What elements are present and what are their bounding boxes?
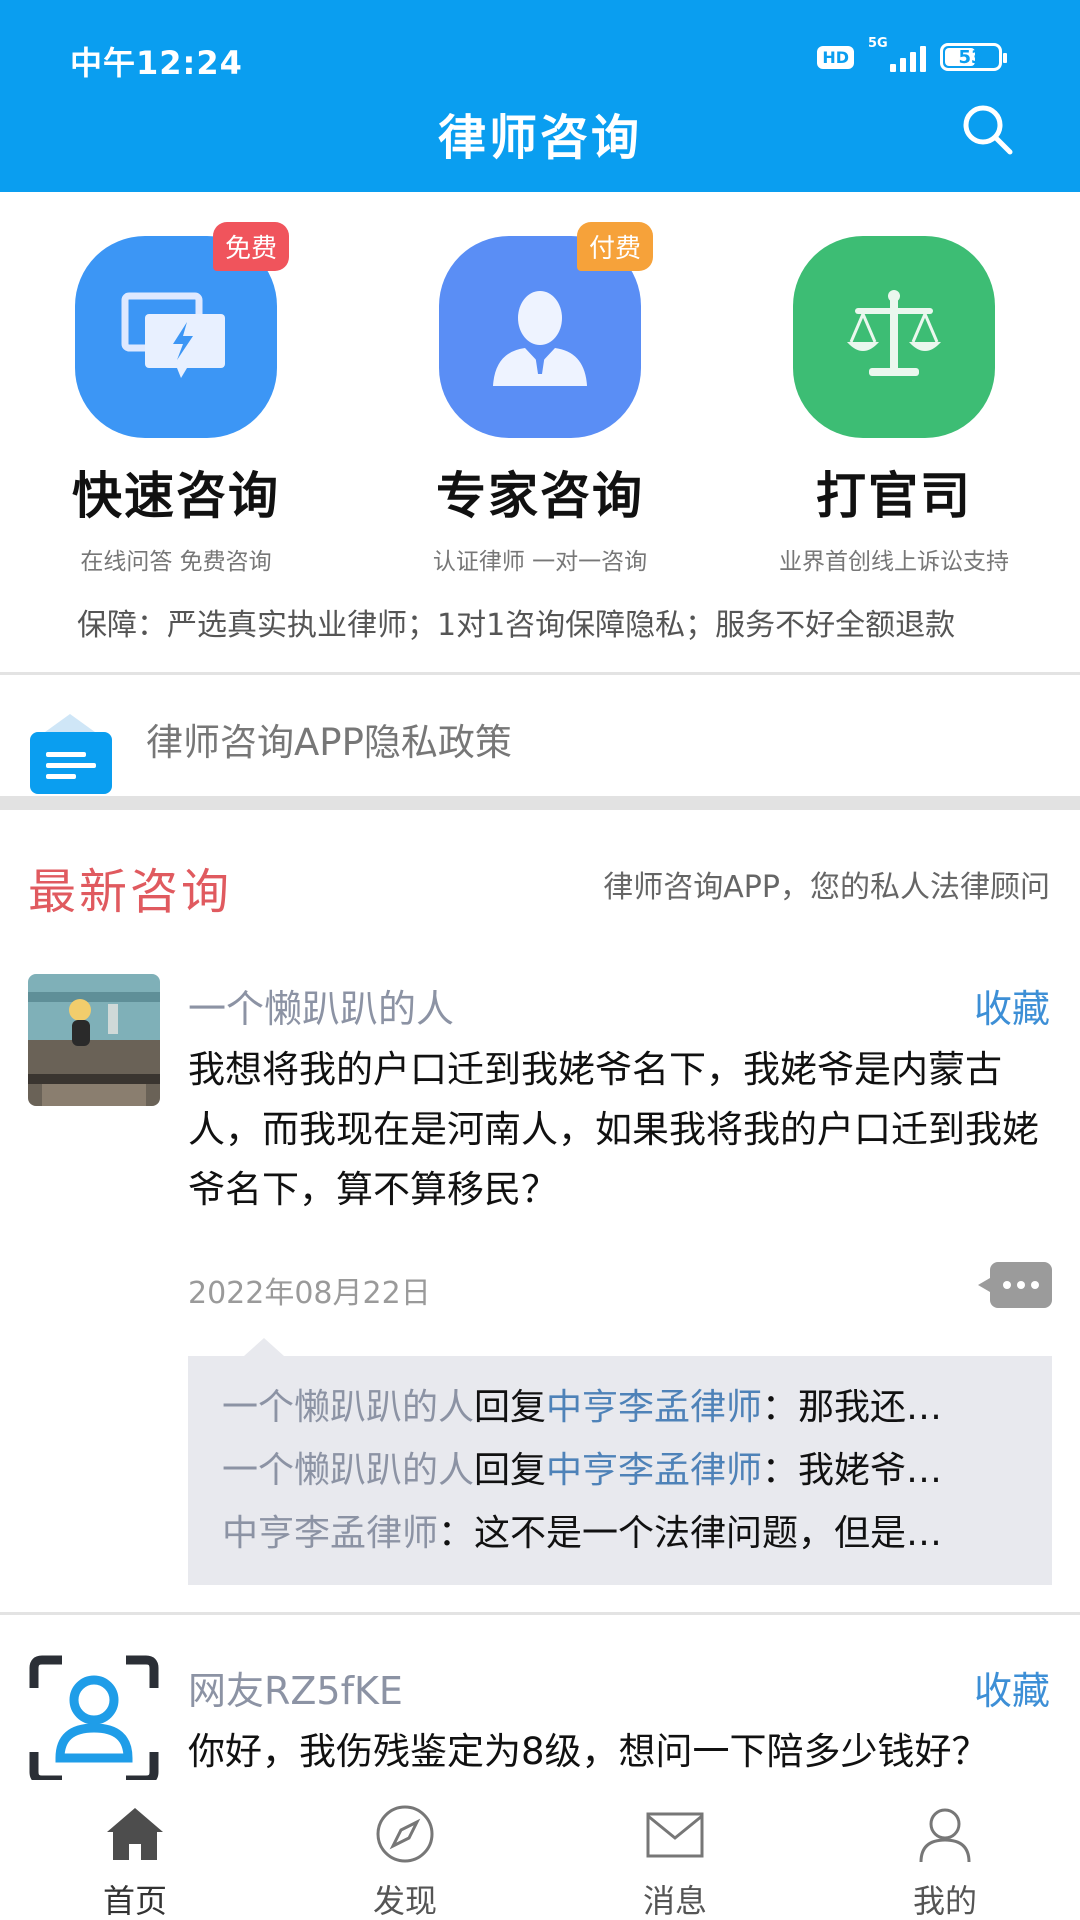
tab-label: 首页 (102, 1882, 167, 1920)
tab-profile[interactable]: 我的 (810, 1780, 1080, 1920)
home-icon (107, 1808, 163, 1860)
page-title: 律师咨询 (437, 110, 642, 166)
service-quick-consult[interactable]: 免费 快速咨询 在线问答 免费咨询 (6, 222, 346, 576)
search-icon[interactable] (960, 102, 1014, 156)
tab-label: 我的 (912, 1882, 977, 1920)
battery-icon: 53 (940, 43, 1007, 71)
notice-text: 律师咨询APP隐私政策 (146, 721, 512, 764)
tab-home[interactable]: 首页 (0, 1780, 270, 1920)
signal-icon: 5G (868, 36, 926, 72)
status-icons: HD 5G 53 (817, 36, 1007, 72)
service-desc: 认证律师 一对一咨询 (432, 549, 648, 575)
service-name: 专家咨询 (436, 467, 644, 525)
tab-label: 发现 (372, 1882, 437, 1920)
reply-list: 一个懒趴趴的人回复中亨李孟律师：那我还… 一个懒趴趴的人回复中亨李孟律师：我姥爷… (188, 1338, 1052, 1585)
service-section: 免费 快速咨询 在线问答 免费咨询 付费 专家咨询 认证律师 一对一咨询 打官司… (0, 192, 1080, 672)
service-name: 快速咨询 (72, 467, 280, 525)
latest-title: 最新咨询 (28, 864, 233, 920)
status-time: 中午12:24 (70, 44, 243, 82)
section-divider (0, 796, 1080, 810)
reply-item[interactable]: 中亨李孟律师：这不是一个法律问题，但是… (222, 1502, 1018, 1565)
battery-level: 53 (958, 46, 984, 68)
favorite-button[interactable]: 收藏 (974, 1660, 1050, 1715)
post-content[interactable]: 你好，我伤残鉴定为8级，想问一下陪多少钱好？ (188, 1722, 1058, 1780)
privacy-notice[interactable]: 律师咨询APP隐私政策 (0, 676, 1080, 796)
post-username[interactable]: 一个懒趴趴的人 (188, 978, 454, 1033)
hd-badge: HD (817, 45, 854, 69)
app-header: 中午12:24 HD 5G 53 律师咨询 (0, 0, 1080, 192)
post-username[interactable]: 网友RZ5fKE (188, 1660, 403, 1715)
user-placeholder-icon[interactable] (28, 1654, 160, 1780)
favorite-button[interactable]: 收藏 (974, 978, 1050, 1033)
service-desc: 在线问答 免费咨询 (80, 549, 272, 575)
mail-icon (646, 1812, 704, 1858)
divider (0, 672, 1080, 675)
reply-item[interactable]: 一个懒趴趴的人回复中亨李孟律师：我姥爷… (222, 1439, 1018, 1502)
guarantee-text: 保障：严选真实执业律师；1对1咨询保障隐私；服务不好全额退款 (77, 608, 956, 643)
reply-item[interactable]: 一个懒趴趴的人回复中亨李孟律师：那我还… (222, 1376, 1018, 1439)
tab-label: 消息 (642, 1882, 707, 1920)
tab-discover[interactable]: 发现 (270, 1780, 540, 1920)
service-name: 打官司 (816, 467, 972, 525)
compass-icon (376, 1805, 434, 1863)
post-content[interactable]: 我想将我的户口迁到我姥爷名下，我姥爷是内蒙古人，而我现在是河南人，如果我将我的户… (188, 1040, 1058, 1220)
divider (0, 1612, 1080, 1615)
consult-post[interactable]: 网友RZ5fKE 收藏 你好，我伤残鉴定为8级，想问一下陪多少钱好？ (0, 1654, 1080, 1780)
latest-slogan: 律师咨询APP，您的私人法律顾问 (603, 870, 1050, 905)
consult-post[interactable]: 一个懒趴趴的人 收藏 我想将我的户口迁到我姥爷名下，我姥爷是内蒙古人，而我现在是… (0, 972, 1080, 1585)
post-date: 2022年08月22日 (188, 1276, 431, 1311)
service-desc: 业界首创线上诉讼支持 (779, 549, 1009, 575)
paid-tag: 付费 (576, 222, 653, 271)
lawyer-icon: 付费 (439, 222, 653, 438)
bottom-tab-bar: 首页 发现 消息 我的 (0, 1780, 1080, 1920)
scales-icon (793, 236, 995, 438)
network-type: 5G (868, 36, 888, 51)
quick-chat-icon: 免费 (75, 222, 289, 438)
service-expert-consult[interactable]: 付费 专家咨询 认证律师 一对一咨询 (370, 222, 710, 576)
avatar[interactable] (28, 974, 160, 1106)
free-tag: 免费 (212, 222, 289, 271)
tab-messages[interactable]: 消息 (540, 1780, 810, 1920)
profile-icon (919, 1808, 971, 1863)
service-lawsuit[interactable]: 打官司 业界首创线上诉讼支持 (724, 236, 1064, 576)
notice-icon (30, 714, 112, 794)
more-icon[interactable] (978, 1262, 1052, 1308)
